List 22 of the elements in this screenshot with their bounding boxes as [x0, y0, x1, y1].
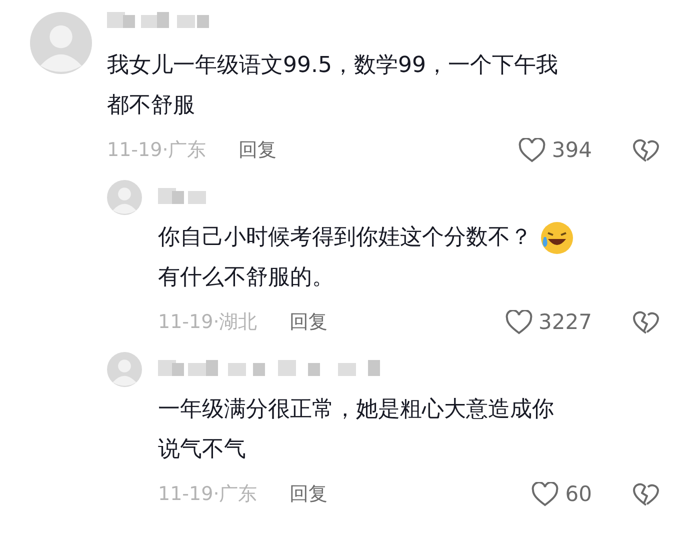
comment-date-location: 11-19·湖北 [158, 310, 258, 335]
comment-date-location: 11-19·广东 [158, 482, 258, 507]
comment-date-location: 11-19·广东 [107, 138, 206, 163]
like-button[interactable]: 3227 [504, 310, 592, 334]
dislike-button[interactable] [632, 310, 660, 334]
comment-text: 你自己小时候考得到你娃这个分数不？ [158, 224, 532, 252]
reply-link[interactable]: 回复 [238, 137, 276, 163]
laughing-emoji-icon [540, 221, 574, 255]
comment-text: 有什么不舒服的。 [158, 264, 334, 292]
like-button[interactable]: 394 [518, 138, 592, 162]
like-button[interactable]: 60 [531, 482, 592, 506]
comment-text: 我女儿一年级语文99.5，数学99，一个下午我 [107, 52, 558, 80]
heart-icon [504, 310, 533, 334]
comment-text: 一年级满分很正常，她是粗心大意造成你 [158, 396, 554, 424]
reply-link[interactable]: 回复 [289, 309, 328, 335]
heart-icon [518, 138, 546, 162]
heart-icon [531, 482, 560, 506]
comment-text: 都不舒服 [107, 92, 195, 120]
dislike-button[interactable] [632, 482, 660, 506]
reply-link[interactable]: 回复 [289, 481, 328, 507]
comment-text: 说气不气 [158, 436, 246, 464]
dislike-button[interactable] [632, 138, 660, 162]
